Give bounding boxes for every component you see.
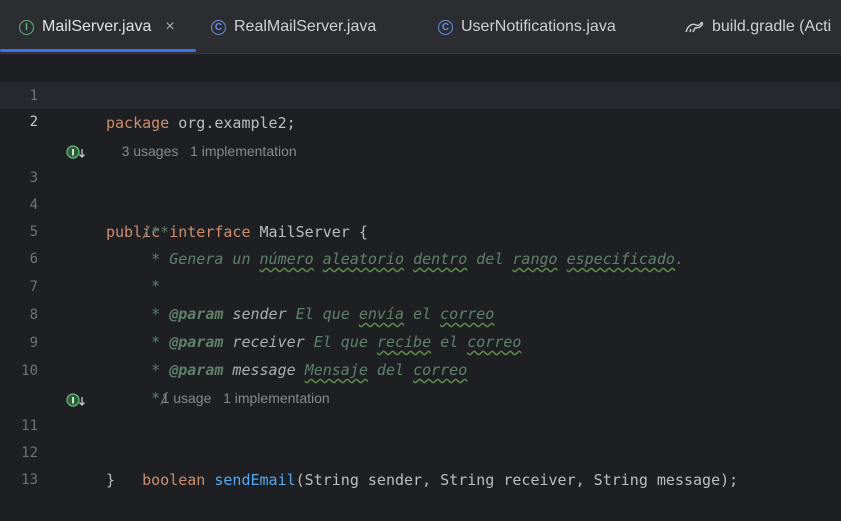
code-line: 12 } [0,413,841,489]
line-number: 10 [21,363,38,379]
interface-icon: I [19,19,34,35]
close-icon[interactable]: × [165,18,174,36]
svg-text:I: I [71,397,74,407]
code-line: 6 * [0,219,841,295]
line-number: 13 [21,472,38,488]
tab-usernotifications[interactable]: C UserNotifications.java [438,0,616,53]
code-line: 4 /** [0,165,841,241]
tab-label: build.gradle (Acti [712,18,832,35]
implemented-interface-icon[interactable]: I [66,144,86,160]
tab-label: RealMailServer.java [234,18,377,35]
code-line: 2 [0,82,841,130]
editor-tab-bar: I MailServer.java × C RealMailServer.jav… [0,0,841,54]
code-line: 11 I boolean sendEmail(String sender, St… [0,386,841,489]
code-text: } [106,471,116,489]
code-text: boolean sendEmail(String sender, String … [142,471,739,489]
code-line: 5 * Genera un número aleatorio dentro de… [0,192,841,268]
implemented-method-icon[interactable]: I [66,392,86,408]
tab-label: UserNotifications.java [461,18,616,35]
code-line: 7 * @param sender El que envía el correo [0,247,841,323]
tab-realmailserver[interactable]: C RealMailServer.java [211,0,377,53]
line-number: 2 [29,114,38,130]
code-line: 10 */ [0,331,841,407]
svg-text:I: I [71,149,74,159]
code-editor[interactable]: 1 package org.example2; 2 3 usages 1 imp… [0,54,841,489]
code-line: 1 package org.example2; [0,56,841,132]
class-icon: C [211,19,226,35]
code-line: 9 * @param message Mensaje del correo [0,303,841,379]
tab-mailserver[interactable]: I MailServer.java × [19,0,175,53]
tab-label: MailServer.java [42,18,152,35]
tab-build-gradle[interactable]: build.gradle (Acti [684,0,832,53]
code-line: 13 [0,440,841,488]
active-tab-indicator [0,49,196,52]
code-line: 3 I public interface MailServer { [0,138,841,241]
class-icon: C [438,19,453,35]
code-line: 8 * @param receiver El que recibe el cor… [0,275,841,351]
gradle-icon [685,21,704,33]
